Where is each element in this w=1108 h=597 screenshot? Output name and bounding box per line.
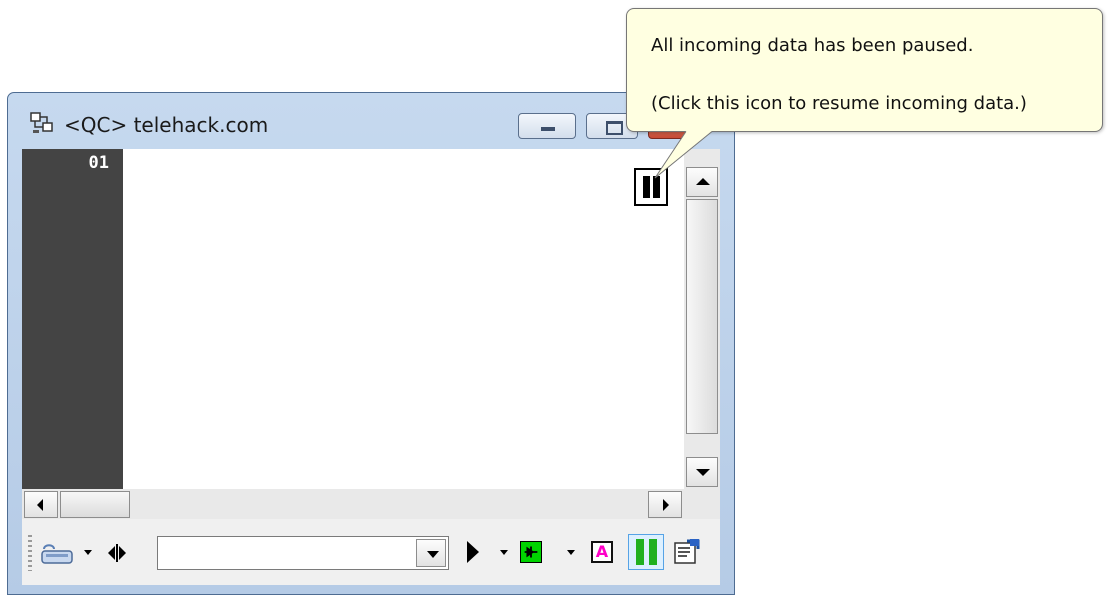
arrow-down-icon: [696, 469, 710, 476]
capture-icon[interactable]: [520, 541, 542, 563]
scroll-right-button[interactable]: [648, 491, 682, 518]
line-number-gutter: 01: [22, 149, 123, 489]
line-number: 01: [88, 153, 109, 173]
terminal-window: <QC> telehack.com 01 A: [7, 92, 735, 595]
keyboard-dropdown-arrow[interactable]: [84, 550, 92, 555]
vertical-scroll-thumb[interactable]: [686, 199, 718, 434]
play-dropdown-arrow[interactable]: [500, 550, 508, 555]
font-icon[interactable]: A: [591, 541, 613, 563]
command-input[interactable]: [157, 536, 449, 570]
scrollbar-corner: [684, 489, 720, 519]
paused-tooltip: All incoming data has been paused. (Clic…: [626, 8, 1103, 132]
app-icon: [30, 112, 53, 133]
terminal-output[interactable]: [123, 149, 684, 489]
play-icon[interactable]: [467, 541, 479, 563]
scroll-down-button[interactable]: [686, 457, 718, 487]
arrow-right-icon: [663, 499, 669, 511]
scroll-left-button[interactable]: [24, 491, 58, 518]
split-arrows-icon[interactable]: [104, 541, 130, 565]
chevron-down-icon: [427, 551, 439, 558]
pause-toggle-icon[interactable]: [628, 534, 664, 570]
minimize-button[interactable]: [518, 113, 576, 139]
window-title: <QC> telehack.com: [64, 113, 269, 137]
horizontal-scroll-thumb[interactable]: [60, 491, 130, 518]
tooltip-hint: (Click this icon to resume incoming data…: [651, 93, 1027, 114]
terminal-client: 01 A: [22, 149, 720, 585]
keyboard-icon[interactable]: [40, 541, 78, 565]
minimize-icon: [541, 127, 555, 131]
arrow-up-icon: [696, 178, 710, 185]
toolbar-grip[interactable]: [28, 535, 32, 571]
bottom-toolbar: A: [22, 519, 720, 585]
tooltip-message: All incoming data has been paused.: [651, 35, 974, 56]
maximize-icon: [606, 121, 623, 135]
scroll-up-button[interactable]: [686, 167, 718, 197]
capture-dropdown-arrow[interactable]: [567, 550, 575, 555]
pause-icon[interactable]: [634, 168, 668, 206]
properties-icon[interactable]: [672, 537, 702, 567]
arrow-left-icon: [37, 499, 43, 511]
horizontal-scrollbar[interactable]: [22, 489, 684, 519]
vertical-scrollbar[interactable]: [684, 149, 720, 489]
command-dropdown-button[interactable]: [416, 539, 446, 567]
